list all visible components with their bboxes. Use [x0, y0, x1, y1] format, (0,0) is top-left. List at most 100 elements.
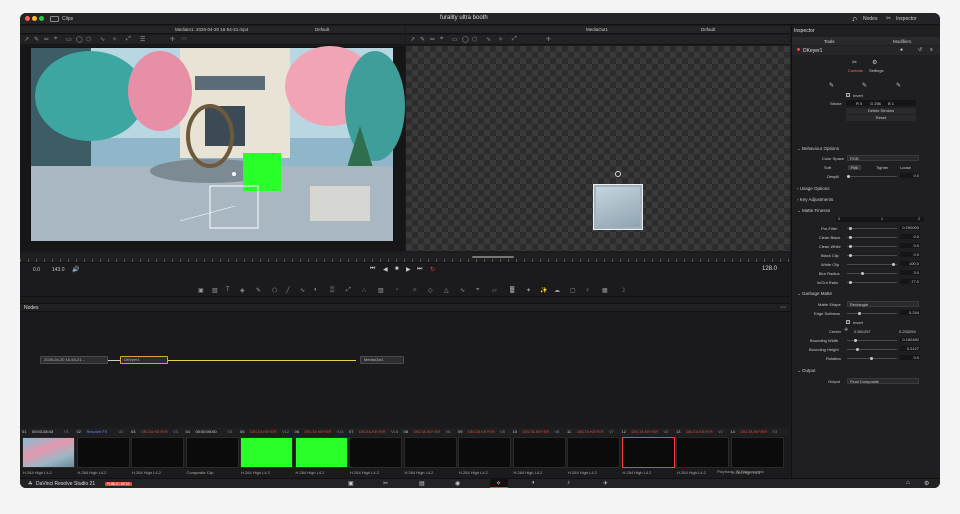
despill-value[interactable]: 0.0 [900, 173, 920, 178]
matte-row-slider[interactable] [847, 228, 897, 229]
tool-name[interactable]: DKeyer1 [803, 48, 822, 54]
fx-icon[interactable]: ✨ [540, 287, 547, 294]
garbage-invert-checkbox[interactable] [846, 320, 850, 324]
nodes-more-icon[interactable]: ⋯ [780, 304, 786, 311]
crosshair-icon[interactable]: ✛ [844, 327, 848, 333]
deliver-page-icon[interactable]: ✈ [603, 480, 608, 487]
inspector-icon[interactable]: ✂ [886, 15, 891, 22]
matte-row-knob[interactable] [891, 263, 895, 266]
bspline-mask-icon[interactable]: ∿ [300, 287, 305, 294]
home-icon[interactable]: ⌂ [906, 480, 910, 486]
matte-row-slider[interactable] [847, 264, 897, 265]
cloud-icon[interactable]: ☁ [554, 287, 560, 294]
matte-shape-dropdown[interactable]: Rectangle [847, 301, 919, 307]
tab-tools[interactable]: Tools [824, 39, 835, 44]
eyedropper-minus-icon[interactable]: ✎ [896, 82, 901, 89]
background-tool-icon[interactable]: ▣ [198, 287, 204, 294]
rotation-knob[interactable] [870, 357, 873, 360]
cube-icon[interactable]: ▦ [602, 287, 608, 294]
reset-button[interactable]: Reset [846, 115, 916, 121]
go-to-start-icon[interactable]: ⏮ [370, 266, 375, 273]
color-corrector-icon[interactable]: ◐ [314, 287, 318, 293]
transform-icon[interactable]: ⤢ [126, 36, 131, 43]
spline-icon[interactable]: ∿ [460, 287, 465, 294]
pick-icon[interactable]: ✛ [170, 36, 175, 43]
go-to-end-icon[interactable]: ⏭ [417, 266, 422, 273]
crop-icon-2[interactable]: ⌖ [440, 36, 443, 43]
keyer-icon[interactable]: ✦ [526, 287, 531, 294]
rect-tool-icon[interactable]: ▭ [66, 36, 72, 43]
nodes-toggle[interactable]: Nodes [863, 16, 877, 22]
despill-knob[interactable] [847, 175, 850, 178]
clip-thumbnail[interactable] [240, 437, 293, 468]
edge-softness-knob[interactable] [858, 312, 861, 315]
particles-icon[interactable]: ∴ [362, 287, 366, 294]
matte-row-value[interactable]: -77.0 [900, 279, 920, 284]
polygon-tool-icon-2[interactable]: ⬡ [472, 36, 477, 43]
usage-options-header[interactable]: › Usage Options [797, 186, 830, 191]
pointer-icon[interactable]: ↗ [24, 36, 29, 43]
matte-row-value[interactable]: 0.0 [900, 243, 920, 248]
saver-icon[interactable]: ▢ [570, 287, 576, 294]
stop-icon[interactable]: ■ [395, 266, 399, 272]
text-tool-icon[interactable]: T [226, 287, 230, 293]
wand-tool-icon-2[interactable]: ✧ [498, 36, 503, 43]
ellipse-tool-icon-2[interactable]: ◯ [462, 36, 469, 43]
inspector-toggle[interactable]: Inspector [896, 16, 917, 22]
fusion-page-icon[interactable]: ◉ [455, 480, 460, 487]
matte-finesse-header[interactable]: ⌄ Matte Finesse [797, 208, 830, 214]
zoom-window-button[interactable] [39, 16, 44, 21]
lightray-icon[interactable]: ☽ [620, 287, 625, 294]
media-page-icon[interactable]: ▣ [348, 480, 354, 487]
tab-modifiers[interactable]: Modifiers [893, 39, 911, 44]
planar-icon[interactable]: ▱ [492, 287, 497, 294]
edge-softness-slider[interactable] [847, 313, 897, 314]
minimize-window-button[interactable] [32, 16, 37, 21]
cut-page-icon[interactable]: ✂ [383, 480, 388, 487]
controls-icon[interactable]: ✂ [852, 59, 857, 66]
transform-icon-2[interactable]: ⤢ [512, 36, 517, 43]
timeline-ruler[interactable] [20, 253, 790, 263]
magnet-icon[interactable]: ∩ [182, 36, 186, 42]
flat-option[interactable]: Flat [848, 165, 861, 170]
close-window-button[interactable] [25, 16, 30, 21]
options-icon[interactable]: ≡ [930, 47, 933, 53]
eyedropper-icon[interactable]: ✎ [829, 82, 834, 89]
left-viewer-preset[interactable]: Default [315, 27, 329, 32]
color-space-dropdown[interactable]: RGB [847, 155, 919, 161]
color-page-icon[interactable]: ◑ [531, 480, 535, 486]
node-mediaout[interactable]: MediaOut1 [360, 356, 404, 364]
shape-icon[interactable]: △ [444, 287, 449, 294]
soft-option[interactable]: Soft [824, 165, 831, 170]
center-y-value[interactable]: 0.233294 [899, 329, 916, 334]
bounding-height-value[interactable]: 0.2127 [900, 346, 920, 351]
matte-row-slider[interactable] [847, 282, 897, 283]
bounding-height-slider[interactable] [847, 349, 897, 350]
invert-checkbox[interactable] [846, 93, 850, 97]
matte-row-knob[interactable] [849, 254, 853, 257]
right-viewer[interactable] [406, 46, 790, 251]
bounding-width-value[interactable]: 0.182482 [900, 337, 920, 342]
matte-row-value[interactable]: 100.0 [900, 261, 920, 266]
merge-tool-icon[interactable]: ◈ [240, 287, 245, 294]
output-header[interactable]: ⌄ Output [797, 368, 816, 374]
matte-row-value[interactable]: 0.200000 [900, 225, 920, 230]
pin-icon[interactable]: ● [900, 47, 903, 53]
bspline-tool-icon[interactable]: ∿ [100, 36, 105, 43]
eyedropper-plus-icon[interactable]: ✎ [862, 82, 867, 89]
clips-toggle[interactable]: Clips [62, 16, 73, 22]
loop-icon[interactable]: ↻ [430, 266, 435, 273]
pen-icon-2[interactable]: ✎ [420, 36, 425, 43]
subtab-controls[interactable]: Controls [848, 68, 863, 73]
fairlight-page-icon[interactable]: ♪ [567, 480, 570, 486]
3d-tool-icon[interactable]: ▨ [378, 287, 384, 294]
wand-tool-icon[interactable]: ✧ [112, 36, 117, 43]
clip-thumbnail[interactable] [621, 437, 675, 468]
matte-row-value[interactable]: 0.0 [900, 234, 920, 239]
loose-option[interactable]: Loose [900, 165, 911, 170]
gradient-icon[interactable]: ▓ [510, 287, 514, 293]
current-frame[interactable]: 128.0 [762, 266, 777, 272]
matte-row-knob[interactable] [849, 236, 853, 239]
node-dkeyer[interactable]: DKeyer1 [120, 356, 168, 364]
tracker-icon[interactable]: ⌖ [476, 287, 479, 294]
